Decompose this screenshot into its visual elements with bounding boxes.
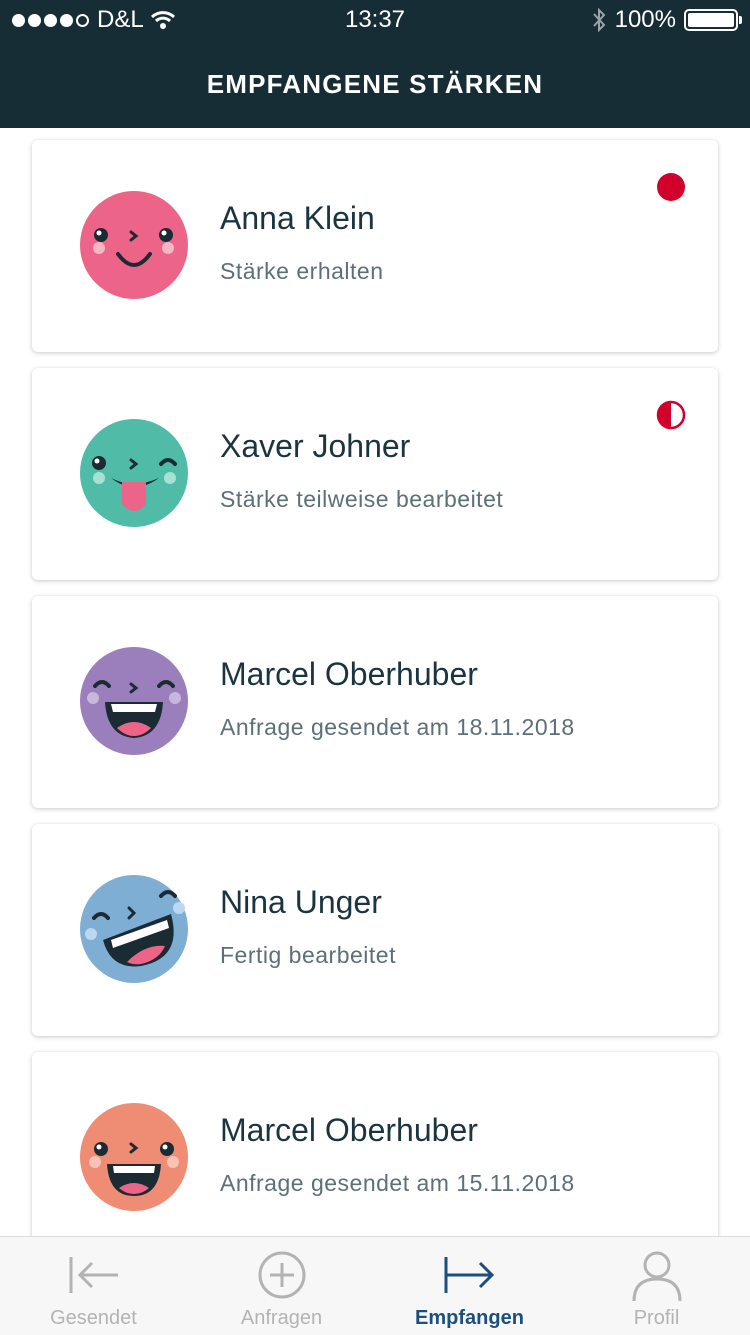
tab-label: Profil bbox=[633, 1307, 680, 1329]
unread-dot-icon bbox=[657, 173, 685, 201]
status-text: Anfrage gesendet am 15.11.2018 bbox=[220, 1170, 575, 1196]
tab-gesendet[interactable]: Gesendet bbox=[0, 1237, 187, 1335]
tab-anfragen[interactable]: Anfragen bbox=[188, 1237, 375, 1335]
avatar-happy-icon bbox=[80, 1103, 188, 1211]
tab-label: Gesendet bbox=[50, 1307, 137, 1329]
tab-bar: Gesendet Anfragen Empfangen Profil bbox=[0, 1236, 750, 1335]
person-name: Nina Unger bbox=[220, 884, 382, 920]
avatar-grin-icon bbox=[80, 875, 188, 983]
arrow-left-bar-icon bbox=[69, 1257, 118, 1293]
status-text: Stärke erhalten bbox=[220, 258, 384, 284]
tab-empfangen[interactable]: Empfangen bbox=[376, 1237, 563, 1335]
page-title: EMPFANGENE STÄRKEN bbox=[206, 68, 544, 99]
person-name: Marcel Oberhuber bbox=[220, 656, 478, 692]
bluetooth-icon bbox=[592, 7, 605, 33]
battery-icon bbox=[684, 9, 742, 31]
person-name: Marcel Oberhuber bbox=[220, 1112, 478, 1148]
avatar-laugh-icon bbox=[80, 647, 188, 755]
status-text: Anfrage gesendet am 18.11.2018 bbox=[220, 714, 575, 740]
plus-circle-icon bbox=[258, 1251, 305, 1299]
battery-percent: 100% bbox=[614, 6, 676, 33]
received-list[interactable]: Anna Klein Stärke erhalten Xaver Johner … bbox=[0, 128, 750, 1236]
list-item[interactable]: Marcel Oberhuber Anfrage gesendet am 18.… bbox=[32, 596, 718, 808]
avatar-smile-icon bbox=[80, 191, 188, 299]
partial-progress-icon bbox=[656, 400, 686, 430]
navigation-bar: EMPFANGENE STÄRKEN bbox=[0, 40, 750, 128]
person-name: Xaver Johner bbox=[220, 428, 411, 464]
status-right: 100% bbox=[591, 6, 742, 34]
list-item[interactable]: Xaver Johner Stärke teilweise bearbeitet bbox=[32, 368, 718, 580]
status-text: Fertig bearbeitet bbox=[220, 942, 396, 968]
list-item[interactable]: Anna Klein Stärke erhalten bbox=[32, 140, 718, 352]
tab-label: Empfangen bbox=[415, 1307, 524, 1329]
arrow-right-bar-icon bbox=[444, 1257, 494, 1293]
tab-label: Anfragen bbox=[240, 1307, 323, 1329]
tab-profil[interactable]: Profil bbox=[563, 1237, 750, 1335]
status-bar: D&L 13:37 100% bbox=[0, 0, 750, 40]
avatar-tongue-icon bbox=[80, 419, 188, 527]
person-icon bbox=[632, 1251, 681, 1302]
status-text: Stärke teilweise bearbeitet bbox=[220, 486, 504, 512]
list-item[interactable]: Nina Unger Fertig bearbeitet bbox=[32, 824, 718, 1036]
person-name: Anna Klein bbox=[220, 200, 375, 236]
list-item[interactable]: Marcel Oberhuber Anfrage gesendet am 15.… bbox=[32, 1052, 718, 1236]
